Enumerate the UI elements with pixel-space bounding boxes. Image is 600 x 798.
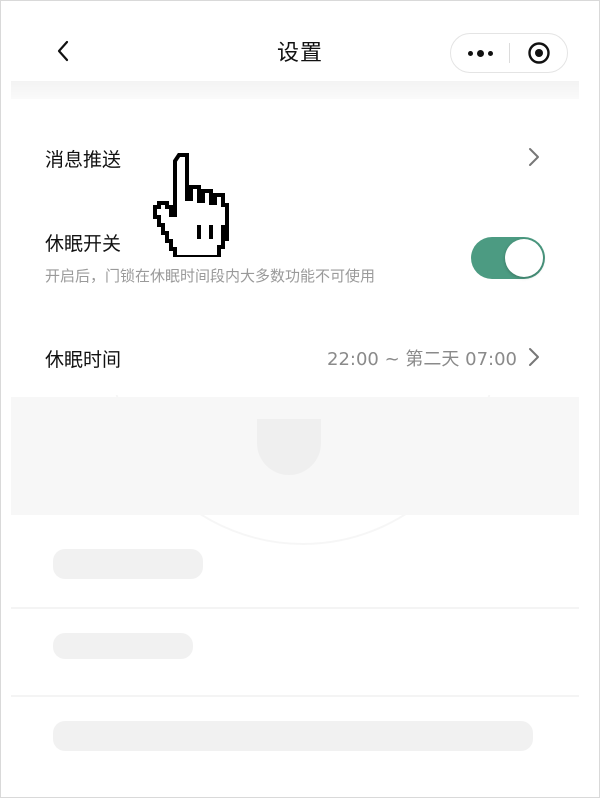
sleep-switch-label: 休眠开关 — [45, 233, 122, 255]
background-divider — [11, 695, 579, 697]
more-button[interactable] — [451, 34, 509, 72]
hand-pointer-icon — [153, 153, 229, 257]
chevron-right-icon — [529, 348, 539, 366]
background-blob — [53, 633, 193, 659]
sleep-switch-toggle[interactable] — [471, 237, 545, 279]
sleep-time-row[interactable]: 休眠时间 22:00 ~ 第二天 07:00 — [1, 319, 599, 395]
more-dots-icon — [466, 49, 495, 57]
sleep-time-value: 22:00 ~ 第二天 07:00 — [327, 349, 517, 370]
background-blob — [53, 721, 533, 751]
close-miniprogram-button[interactable] — [510, 34, 567, 72]
target-circle-icon — [527, 42, 550, 64]
message-push-label: 消息推送 — [45, 149, 122, 171]
background-divider — [11, 607, 579, 609]
app-frame: 设置 消息推送 休眠开关 开启后，门锁在休眠时间段内大多数功能不可使用 休眠时间… — [0, 0, 600, 798]
sleep-time-label: 休眠时间 — [45, 349, 122, 371]
menu-capsule — [450, 33, 568, 73]
background-blob — [53, 549, 203, 579]
settings-list: 消息推送 休眠开关 开启后，门锁在休眠时间段内大多数功能不可使用 休眠时间 22… — [1, 99, 599, 395]
message-push-row[interactable]: 消息推送 — [1, 119, 599, 195]
sleep-switch-description: 开启后，门锁在休眠时间段内大多数功能不可使用 — [45, 267, 376, 285]
navbar-shadow — [11, 81, 579, 99]
chevron-right-icon — [529, 148, 539, 166]
toggle-knob — [505, 239, 543, 277]
